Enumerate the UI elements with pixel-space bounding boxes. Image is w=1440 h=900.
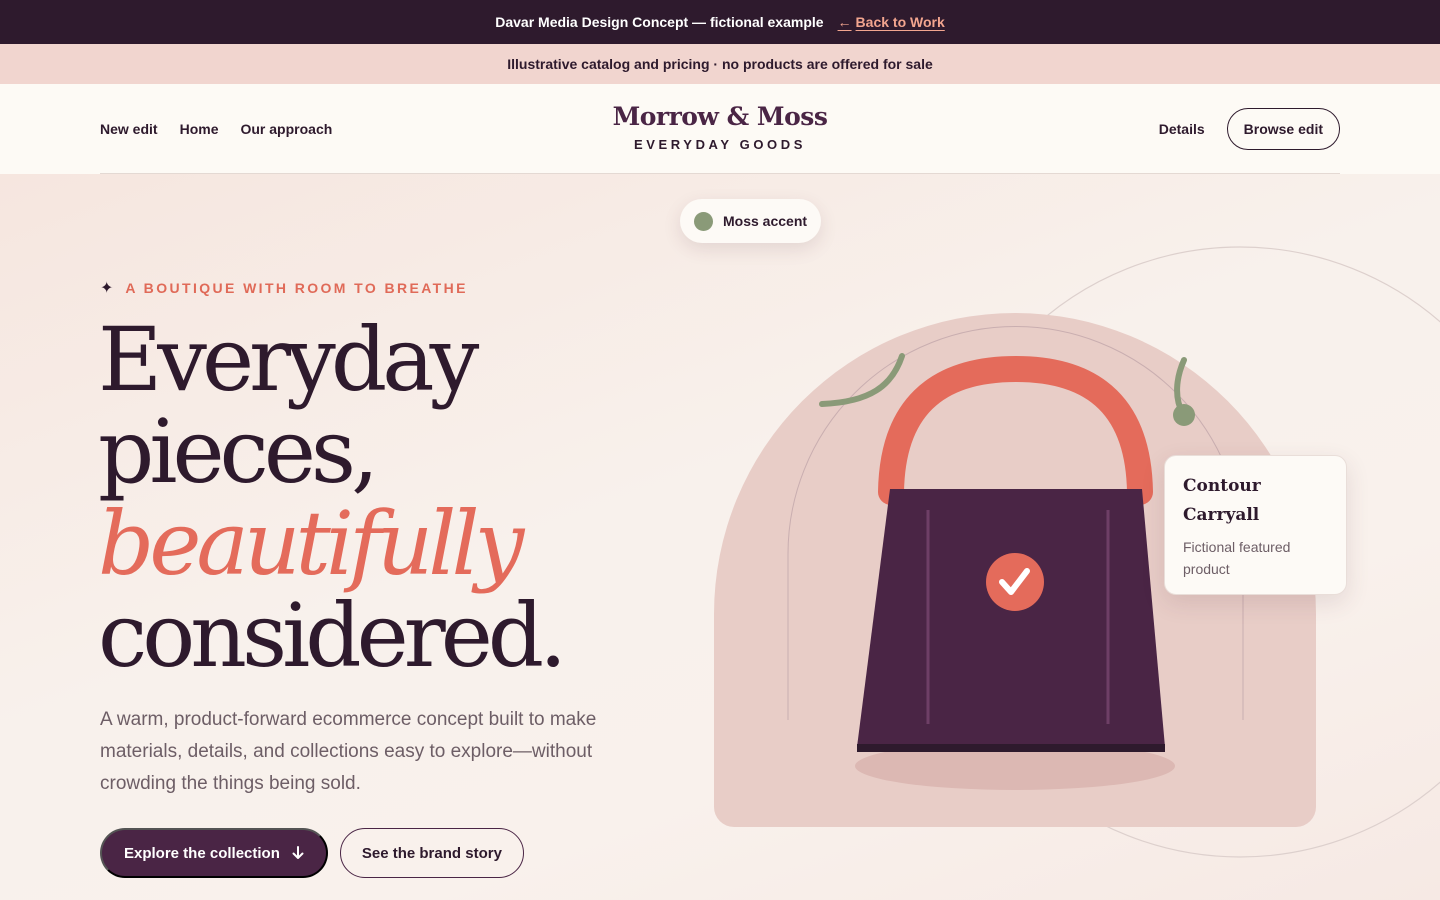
headline-line-1: Everyday bbox=[98, 308, 479, 411]
arrow-left-icon: ← bbox=[837, 14, 852, 30]
browse-edit-button[interactable]: Browse edit bbox=[1226, 108, 1340, 150]
arrow-down-icon bbox=[292, 846, 304, 859]
moss-accent-tag[interactable]: Moss accent bbox=[680, 199, 822, 243]
moss-swatch-icon bbox=[694, 211, 713, 231]
concept-banner-text: Davar Media Design Concept — fictional e… bbox=[495, 14, 824, 30]
back-to-work-link[interactable]: ← Back to Work bbox=[838, 14, 945, 30]
hero-headline: Everyday pieces, beautifully considered. bbox=[98, 308, 567, 687]
product-name-line-2: Carryall bbox=[1183, 505, 1260, 525]
bag-body bbox=[857, 489, 1165, 747]
headline-line-3-accent: beautifully bbox=[98, 492, 524, 595]
brand-story-button[interactable]: See the brand story bbox=[339, 828, 524, 878]
product-name: Contour Carryall bbox=[1183, 472, 1328, 530]
site-header: New edit Home Our approach Morrow & Moss… bbox=[0, 84, 1440, 174]
product-name-line-1: Contour bbox=[1183, 476, 1261, 496]
featured-product-card[interactable]: Contour Carryall Fictional featured prod… bbox=[1164, 455, 1347, 595]
disclaimer-bar: Illustrative catalog and pricing · no pr… bbox=[0, 44, 1440, 84]
hero-cta-group: Explore the collection See the brand sto… bbox=[100, 828, 524, 878]
product-subtitle: Fictional featured product bbox=[1183, 539, 1291, 577]
sparkle-icon: ✦ bbox=[100, 280, 114, 297]
disclaimer-text: Illustrative catalog and pricing · no pr… bbox=[507, 56, 933, 72]
headline-line-2: pieces, bbox=[98, 400, 379, 503]
nav-link-details[interactable]: Details bbox=[1159, 121, 1205, 137]
bag-base bbox=[857, 744, 1165, 752]
concept-banner: Davar Media Design Concept — fictional e… bbox=[0, 0, 1440, 44]
hero-eyebrow-text: A BOUTIQUE WITH ROOM TO BREATHE bbox=[125, 280, 468, 296]
moss-bead bbox=[1173, 404, 1195, 426]
explore-collection-button[interactable]: Explore the collection bbox=[100, 828, 328, 878]
headline-line-4: considered. bbox=[98, 584, 567, 687]
hero-lead: A warm, product-forward ecommerce concep… bbox=[100, 709, 597, 794]
back-to-work-label: Back to Work bbox=[855, 14, 945, 30]
moss-accent-label: Moss accent bbox=[723, 213, 808, 229]
explore-collection-label: Explore the collection bbox=[124, 844, 280, 862]
secondary-nav: Details Browse edit bbox=[1159, 84, 1340, 174]
hero-eyebrow: ✦ A BOUTIQUE WITH ROOM TO BREATHE bbox=[100, 278, 468, 298]
